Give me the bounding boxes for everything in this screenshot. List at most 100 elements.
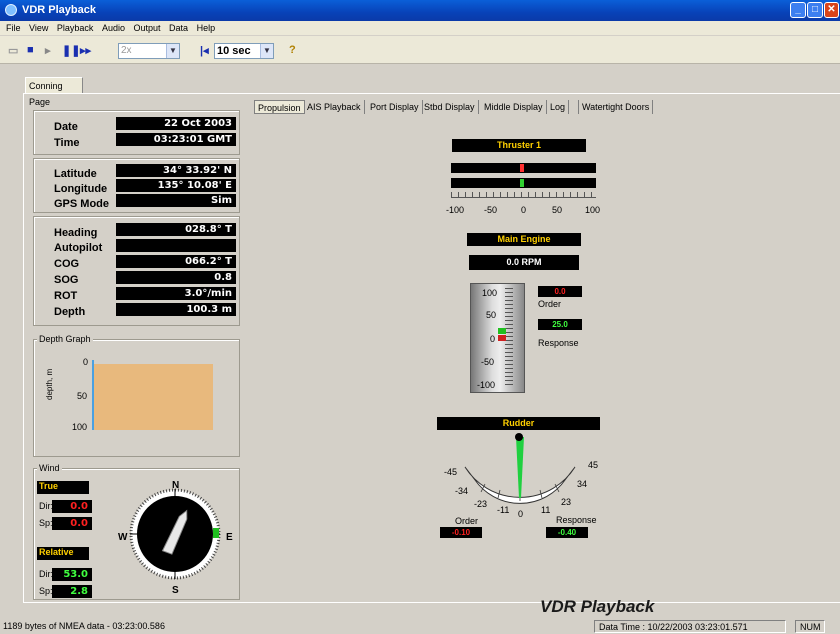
position-group: Latitude 34° 33.92' N Longitude 135° 10.…: [33, 158, 240, 213]
engine-order-value: 0.0: [538, 286, 582, 297]
speed-select[interactable]: 2x ▼: [118, 43, 180, 59]
menu-playback[interactable]: Playback: [57, 21, 94, 35]
heading-label: Heading: [54, 227, 98, 239]
thruster-order-marker: [520, 164, 524, 172]
thruster-title: Thruster 1: [452, 139, 586, 152]
app-icon: [5, 4, 17, 16]
status-num: NUM: [795, 620, 825, 633]
status-data-time: Data Time : 10/22/2003 03:23:01.571: [594, 620, 786, 633]
engine-telegraph: [470, 283, 525, 393]
main-engine-title: Main Engine: [467, 233, 581, 246]
rudder-title: Rudder: [437, 417, 600, 430]
brand-label: VDR Playback: [540, 597, 655, 616]
engine-rpm-value: 0.0 RPM: [469, 255, 579, 270]
engine-order-label: Order: [538, 299, 562, 309]
rudder-tick-11: 11: [541, 505, 551, 515]
depth-graph-axis: [92, 360, 94, 430]
tab-port-display[interactable]: Port Display: [367, 100, 423, 114]
chevron-down-icon: ▼: [166, 44, 179, 58]
engine-tick-50: 50: [486, 310, 497, 320]
menu-file[interactable]: File: [6, 21, 21, 35]
tab-conning-page[interactable]: Conning Page: [25, 77, 83, 107]
telegraph-ticks: [505, 288, 513, 388]
open-icon[interactable]: ▭: [8, 44, 18, 57]
engine-tick-m100: -100: [477, 380, 496, 390]
fast-forward-icon[interactable]: ▸▸: [80, 44, 91, 57]
menu-audio[interactable]: Audio: [102, 21, 125, 35]
menu-data[interactable]: Data: [169, 21, 188, 35]
depth-value: 100.3 m: [116, 303, 236, 316]
rot-label: ROT: [54, 290, 78, 302]
rudder-tick-23: 23: [561, 497, 572, 507]
menu-output[interactable]: Output: [134, 21, 161, 35]
rudder-tick-m34: -34: [455, 486, 469, 496]
rudder-tick-45: 45: [588, 460, 599, 470]
minimize-button[interactable]: _: [790, 2, 806, 18]
wind-rel-sp-label: Sp:: [39, 586, 53, 596]
engine-tick-m50: -50: [481, 357, 495, 367]
help-icon[interactable]: ?: [289, 44, 296, 56]
tab-middle-display[interactable]: Middle Display: [481, 100, 547, 114]
tab-log[interactable]: Log: [547, 100, 570, 114]
tab-watertight-doors[interactable]: Watertight Doors: [578, 100, 654, 114]
gps-mode-label: GPS Mode: [54, 198, 110, 210]
date-value: 22 Oct 2003: [116, 117, 236, 130]
depth-label: Depth: [54, 306, 86, 318]
rot-value: 3.0°/min: [116, 287, 236, 300]
window-title: VDR Playback: [22, 4, 96, 16]
wind-true-dir-value: 0.0: [52, 500, 92, 513]
wind-true-dir-label: Dir:: [39, 501, 53, 511]
rudder-order-value: -0.10: [440, 527, 482, 538]
rudder-order-label: Order: [455, 516, 479, 526]
thruster-response-marker: [520, 179, 524, 187]
engine-response-label: Response: [538, 338, 579, 348]
rudder-response-value: -0.40: [546, 527, 588, 538]
thruster-scale-ticks: [451, 192, 596, 198]
thruster-tick-0: 0: [521, 205, 527, 215]
stop-icon[interactable]: ■: [27, 44, 34, 56]
engine-response-value: 25.0: [538, 319, 582, 330]
menu-help[interactable]: Help: [197, 21, 216, 35]
tab-propulsion[interactable]: Propulsion: [254, 100, 305, 114]
depth-axis-label: depth, m: [45, 368, 54, 400]
depth-graph-plot: [93, 364, 213, 430]
menu-view[interactable]: View: [29, 21, 48, 35]
skip-select[interactable]: 10 sec ▼: [214, 43, 274, 59]
maximize-button[interactable]: □: [807, 2, 823, 18]
rudder-response-needle: [516, 437, 524, 498]
rudder-tick-0: 0: [518, 509, 524, 519]
depth-tick-0: 0: [83, 357, 89, 367]
status-nmea: 1189 bytes of NMEA data - 03:23:00.586: [3, 621, 165, 631]
latitude-value: 34° 33.92' N: [116, 164, 236, 177]
time-label: Time: [54, 137, 80, 149]
rudder-tick-m23: -23: [474, 499, 488, 509]
engine-tick-0: 0: [490, 334, 496, 344]
thruster-tick-50: 50: [552, 205, 563, 215]
thruster-tick-m50: -50: [484, 205, 498, 215]
rudder-response-label: Response: [556, 515, 597, 525]
skip-back-icon[interactable]: |◂: [200, 44, 209, 57]
toolbar: ▭ ■ ▸ ❚❚ ▸▸ 2x ▼ |◂ 10 sec ▼ ?: [0, 36, 840, 64]
depth-graph-title: Depth Graph: [37, 334, 93, 344]
rudder-tick-m11: -11: [497, 505, 510, 515]
autopilot-label: Autopilot: [54, 242, 103, 254]
latitude-label: Latitude: [54, 168, 97, 180]
compass-w: W: [118, 532, 128, 543]
tab-stbd-display[interactable]: Stbd Display: [421, 100, 479, 114]
wind-rel-dir-label: Dir:: [39, 569, 53, 579]
pause-icon[interactable]: ❚❚: [62, 44, 80, 57]
engine-tick-100: 100: [482, 288, 498, 298]
telegraph-order-marker: [498, 335, 506, 341]
compass-s: S: [172, 585, 179, 596]
rudder-tick-34: 34: [577, 479, 588, 489]
tab-ais-playback[interactable]: AIS Playback: [304, 100, 365, 114]
depth-tick-50: 50: [77, 391, 88, 401]
heading-group: Heading 028.8° T Autopilot COG 066.2° T …: [33, 216, 240, 326]
rudder-gauge: [464, 433, 576, 504]
close-button[interactable]: ✕: [824, 2, 839, 18]
longitude-label: Longitude: [54, 183, 108, 195]
play-icon[interactable]: ▸: [45, 44, 51, 57]
compass-e: E: [226, 532, 233, 543]
heading-value: 028.8° T: [116, 223, 236, 236]
title-bar: VDR Playback _ □ ✕: [0, 0, 840, 21]
